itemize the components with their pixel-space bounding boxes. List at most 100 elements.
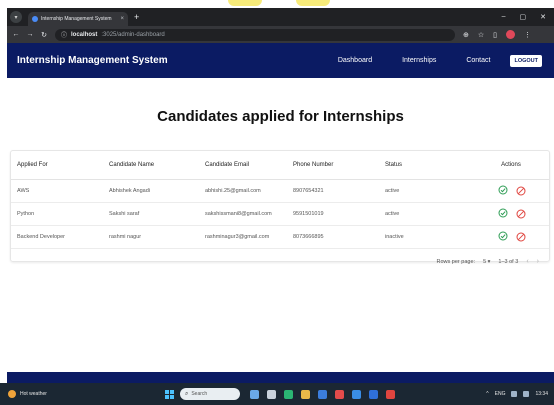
brand-title[interactable]: Internship Management System [17, 55, 168, 66]
app-icon[interactable] [266, 389, 276, 399]
prev-page-icon[interactable]: ‹ [526, 258, 528, 265]
sidebar-icon[interactable]: ▯ [493, 31, 497, 39]
app-icon[interactable] [317, 389, 327, 399]
table-pagination: Rows per page: 5 ▾ 1–3 of 3 ‹ › [11, 249, 549, 275]
table-header-row: Applied For Candidate Name Candidate Ema… [11, 151, 549, 180]
decor-blob [296, 0, 330, 6]
candidates-table-card: Applied For Candidate Name Candidate Ema… [10, 150, 550, 265]
cell-applied-for: AWS [11, 179, 103, 203]
weather-icon [8, 390, 16, 398]
weather-text: Hot weather [20, 391, 47, 397]
app-navbar: Internship Management System Dashboard I… [7, 43, 554, 78]
taskbar-search-input[interactable]: ⌕ Search [179, 388, 240, 400]
nav-links: Dashboard Internships Contact LOGOUT [338, 54, 554, 67]
tab-title: Internship Management System [41, 16, 112, 22]
app-icon[interactable] [368, 389, 378, 399]
cell-actions [467, 225, 549, 249]
os-taskbar: Hot weather ⌕ Search ^ ENG 13:34 [0, 383, 554, 405]
rows-per-page-select[interactable]: 5 ▾ [483, 259, 490, 265]
rows-per-page-label: Rows per page: [436, 258, 476, 265]
reload-icon[interactable]: ↻ [39, 31, 49, 39]
nav-link-dashboard[interactable]: Dashboard [338, 57, 372, 64]
maximize-icon[interactable]: ▢ [520, 13, 527, 21]
cell-status: inactive [379, 225, 467, 249]
menu-kebab-icon[interactable]: ⋮ [524, 31, 531, 39]
app-footer [7, 372, 554, 383]
app-icon[interactable] [385, 389, 395, 399]
tab-search-icon[interactable]: ▾ [10, 11, 22, 23]
table-row: Backend Developer rashmi nagur rashminag… [11, 225, 549, 249]
weather-widget[interactable]: Hot weather [8, 390, 47, 398]
cell-candidate-email: sakshissmani8@gmail.com [199, 202, 287, 226]
clock-time[interactable]: 13:34 [535, 391, 548, 397]
page-title: Candidates applied for Internships [157, 108, 404, 125]
cell-status: active [379, 202, 467, 226]
window-controls: – ▢ ✕ [502, 13, 546, 21]
column-header-candidate-email: Candidate Email [199, 151, 287, 180]
toolbar-icons: ⊕ ☆ ▯ ⋮ [463, 30, 531, 39]
candidates-table: Applied For Candidate Name Candidate Ema… [11, 151, 549, 249]
cell-status: active [379, 179, 467, 203]
table-row: Python Sakshi saraf sakshissmani8@gmail.… [11, 202, 549, 226]
accept-check-icon[interactable] [498, 208, 508, 220]
cell-phone-number: 9591501019 [287, 202, 379, 226]
app-icon[interactable] [300, 389, 310, 399]
profile-avatar-icon[interactable] [506, 30, 516, 39]
decor-blob [228, 0, 262, 6]
browser-toolbar: ← → ↻ ⓘ localhost:3025/admin-dashboard ⊕… [7, 26, 554, 43]
column-header-phone-number: Phone Number [287, 151, 379, 180]
app-icon[interactable] [249, 389, 259, 399]
column-header-candidate-name: Candidate Name [103, 151, 199, 180]
app-icon[interactable] [334, 389, 344, 399]
cell-applied-for: Python [11, 202, 103, 226]
favicon-icon [32, 16, 38, 22]
reject-block-icon[interactable] [516, 209, 525, 219]
column-header-status: Status [379, 151, 467, 180]
accept-check-icon[interactable] [498, 185, 508, 197]
site-info-icon[interactable]: ⓘ [61, 30, 67, 39]
reject-block-icon[interactable] [516, 186, 525, 196]
bookmark-star-icon[interactable]: ☆ [478, 31, 484, 39]
cell-applied-for: Backend Developer [11, 225, 103, 249]
app-icon[interactable] [351, 389, 361, 399]
translate-icon[interactable]: ⊕ [463, 31, 469, 39]
reject-block-icon[interactable] [516, 232, 525, 242]
app-icon[interactable] [283, 389, 293, 399]
cell-actions [467, 202, 549, 226]
pinned-apps [249, 389, 395, 399]
address-bar[interactable]: ⓘ localhost:3025/admin-dashboard [55, 28, 455, 41]
tray-lang[interactable]: ENG [495, 391, 506, 397]
browser-tabstrip: ▾ Internship Management System × + – ▢ ✕ [7, 8, 554, 26]
wifi-icon[interactable] [511, 391, 518, 397]
cell-phone-number: 8907654321 [287, 179, 379, 203]
new-tab-icon[interactable]: + [134, 12, 139, 22]
volume-icon[interactable] [523, 391, 530, 397]
page-range: 1–3 of 3 [498, 258, 519, 265]
next-page-icon[interactable]: › [537, 258, 539, 265]
cell-candidate-name: Sakshi saraf [103, 202, 199, 226]
tray-chevron-icon[interactable]: ^ [486, 391, 488, 397]
close-window-icon[interactable]: ✕ [540, 13, 546, 21]
windows-start-icon[interactable] [164, 389, 174, 399]
nav-link-internships[interactable]: Internships [402, 57, 436, 64]
forward-icon[interactable]: → [25, 31, 35, 38]
cell-actions [467, 179, 549, 203]
minimize-icon[interactable]: – [502, 13, 506, 21]
back-icon[interactable]: ← [11, 31, 21, 38]
tab-close-icon[interactable]: × [120, 16, 124, 22]
cell-candidate-name: Abhishek Angadi [103, 179, 199, 203]
accept-check-icon[interactable] [498, 231, 508, 243]
search-placeholder: Search [191, 391, 208, 397]
cell-candidate-email: abhishi.25@gmail.com [199, 179, 287, 203]
column-header-applied-for: Applied For [11, 151, 103, 180]
column-header-actions: Actions [467, 151, 549, 180]
logout-button[interactable]: LOGOUT [510, 54, 542, 67]
url-host: localhost [71, 31, 98, 38]
cell-phone-number: 8073666895 [287, 225, 379, 249]
system-tray: ^ ENG 13:34 [486, 391, 548, 397]
cell-candidate-email: rashminagur3@gmail.com [199, 225, 287, 249]
screen: ▾ Internship Management System × + – ▢ ✕… [0, 0, 554, 405]
search-icon: ⌕ [184, 390, 189, 397]
nav-link-contact[interactable]: Contact [466, 57, 490, 64]
browser-tab[interactable]: Internship Management System × [28, 12, 128, 26]
